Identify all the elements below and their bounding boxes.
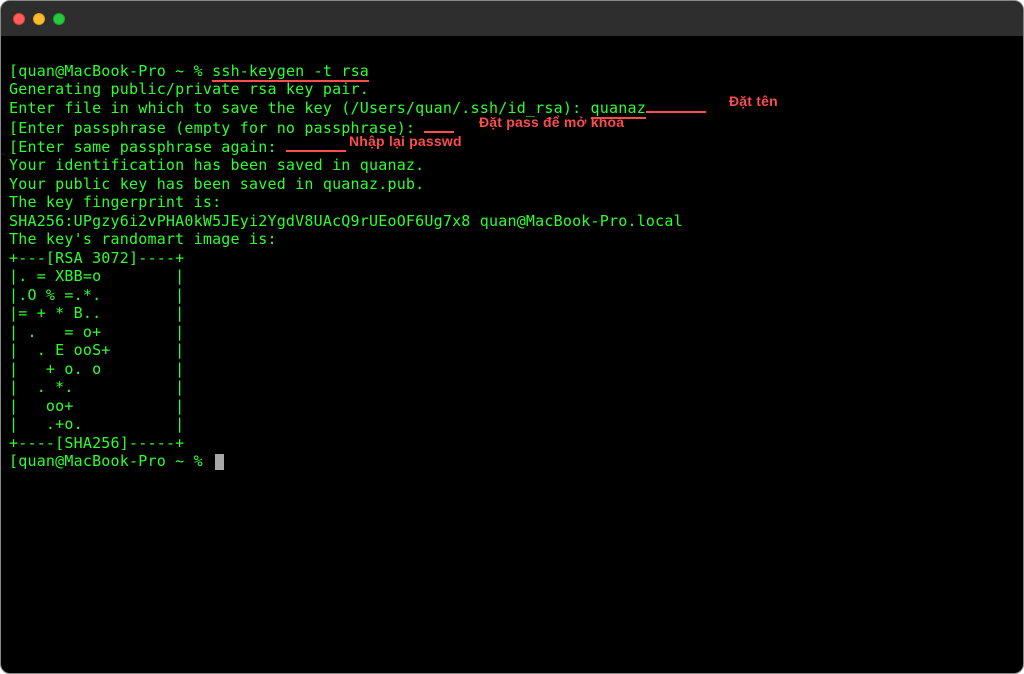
prompt-path-2: ~ [175,452,184,470]
bracket-pass: [ [9,119,18,137]
line-fp-value: SHA256:UPgzy6i2vPHA0kW5JEyi2YgdV8UAcQ9rU… [9,212,683,230]
line-ident-saved: Your identification has been saved in qu… [9,156,424,174]
line-enter-same: Enter same passphrase again: [18,138,286,156]
cursor-icon [215,454,224,470]
randomart-6: | + o. o | [9,360,184,378]
prompt-user-host: quan@MacBook-Pro [18,62,166,80]
terminal-body[interactable]: [quan@MacBook-Pro ~ % ssh-keygen -t rsa … [1,37,1023,569]
annotation-repeat: Nhập lại passwd [349,132,462,151]
randomart-3: |= + * B.. | [9,304,184,322]
annotation-name: Đặt tên [729,92,778,111]
annotation-pass: Đặt pass để mở khóa [479,113,624,132]
prompt-symbol: % [194,62,203,80]
randomart-7: | . *. | [9,378,184,396]
prompt-symbol-2: % [194,452,203,470]
randomart-10: +----[SHA256]-----+ [9,434,184,452]
command-text: ssh-keygen -t rsa [212,62,369,82]
randomart-0: +---[RSA 3072]----+ [9,249,184,267]
underline-extension-1 [646,99,706,113]
maximize-icon[interactable] [53,13,65,25]
bracket-final: [ [9,452,18,470]
close-icon[interactable] [13,13,25,25]
underline-extension-2 [424,119,454,133]
randomart-8: | oo+ | [9,397,184,415]
randomart-4: | . = o+ | [9,323,184,341]
terminal-window: [quan@MacBook-Pro ~ % ssh-keygen -t rsa … [0,0,1024,674]
bracket-same: [ [9,138,18,156]
minimize-icon[interactable] [33,13,45,25]
line-randomart-label: The key's randomart image is: [9,230,277,248]
randomart-1: |. = XBB=o | [9,267,184,285]
randomart-5: | . E ooS+ | [9,341,184,359]
line-pub-saved: Your public key has been saved in quanaz… [9,175,424,193]
line-generating: Generating public/private rsa key pair. [9,80,369,98]
line-fp-label: The key fingerprint is: [9,193,221,211]
prompt-user-host-2: quan@MacBook-Pro [18,452,166,470]
underline-extension-3 [286,138,346,152]
randomart-9: | .+o. | [9,415,184,433]
titlebar [1,1,1023,37]
prompt-path: ~ [175,62,184,80]
bracket-open: [ [9,62,18,80]
randomart-2: |.O % =.*. | [9,286,184,304]
